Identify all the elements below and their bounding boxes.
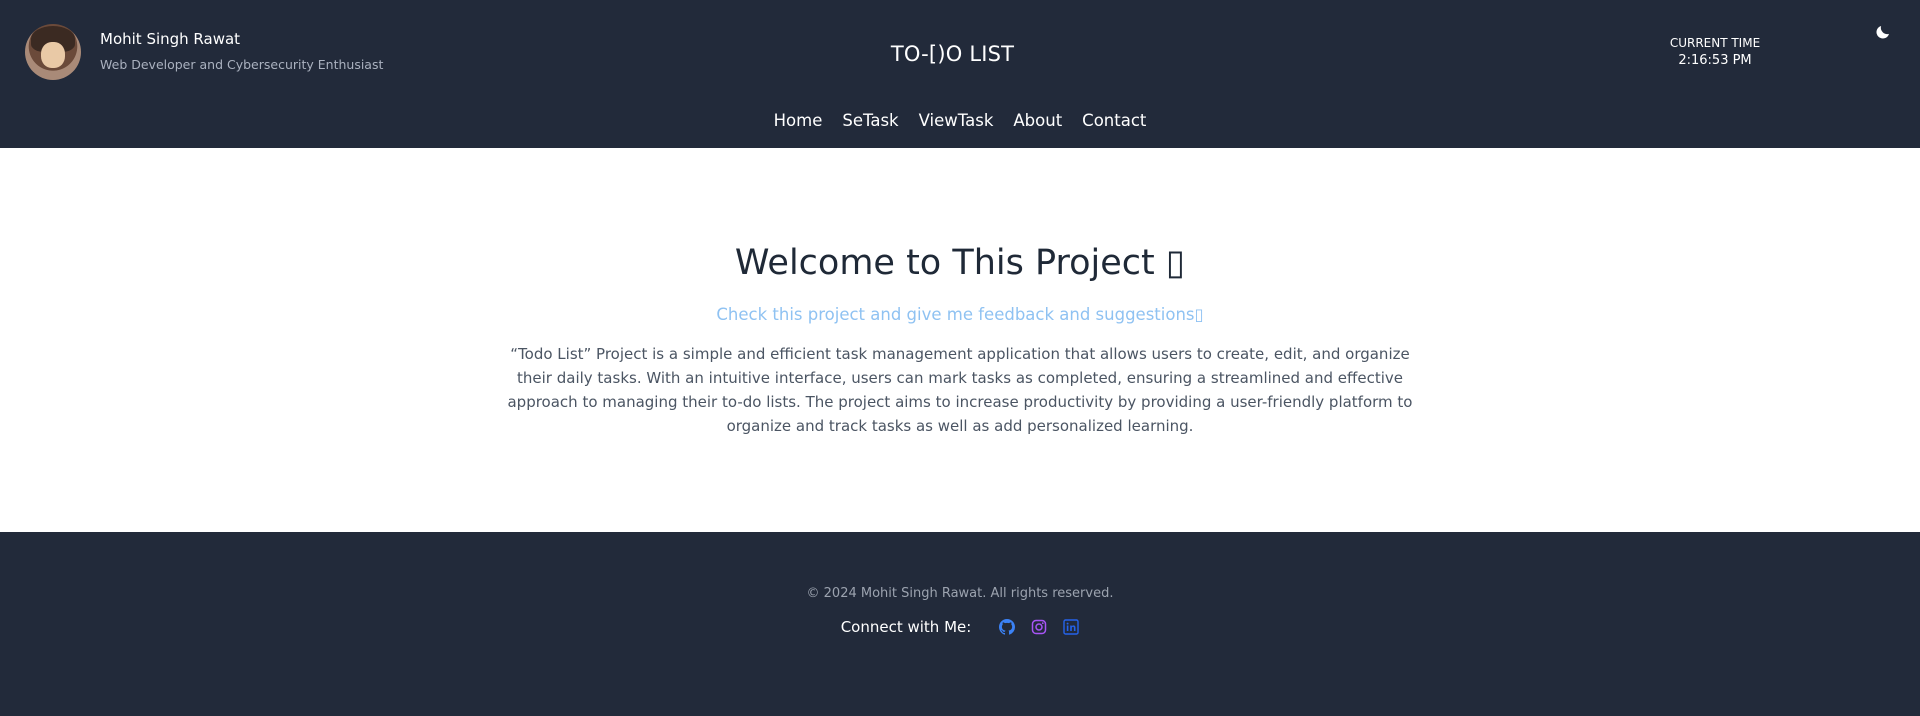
site-header: Mohit Singh Rawat Web Developer and Cybe…	[0, 0, 1920, 148]
moon-icon	[1876, 26, 1889, 39]
github-icon	[999, 619, 1016, 635]
main-nav: Home SeTask ViewTask About Contact	[0, 111, 1920, 130]
social-links: Connect with Me:	[0, 618, 1920, 636]
connect-label: Connect with Me:	[840, 618, 972, 636]
nav-setask[interactable]: SeTask	[842, 111, 898, 130]
copyright-text: © 2024 Mohit Singh Rawat. All rights res…	[806, 586, 1114, 601]
github-link[interactable]	[999, 619, 1016, 635]
welcome-heading: Welcome to This Project ▯	[734, 243, 1186, 283]
nav-about[interactable]: About	[1013, 111, 1062, 130]
nav-home[interactable]: Home	[774, 111, 823, 130]
nav-contact[interactable]: Contact	[1082, 111, 1146, 130]
linkedin-link[interactable]	[1063, 619, 1079, 635]
main-content: Welcome to This Project ▯ Check this pro…	[0, 148, 1920, 532]
current-time: CURRENT TIME 2:16:53 PM	[1640, 36, 1790, 68]
instagram-icon	[1032, 619, 1047, 635]
project-description: “Todo List” Project is a simple and effi…	[507, 345, 1413, 435]
instagram-link[interactable]	[1031, 619, 1047, 635]
nav-viewtask[interactable]: ViewTask	[919, 111, 994, 130]
current-time-value: 2:16:53 PM	[1678, 53, 1752, 68]
site-footer: © 2024 Mohit Singh Rawat. All rights res…	[0, 532, 1920, 716]
site-title: TO-[)O LIST	[890, 42, 1015, 66]
theme-toggle-button[interactable]	[1874, 23, 1894, 43]
current-time-label: CURRENT TIME	[1669, 36, 1761, 50]
feedback-subtitle: Check this project and give me feedback …	[716, 305, 1204, 324]
linkedin-icon	[1063, 619, 1079, 635]
